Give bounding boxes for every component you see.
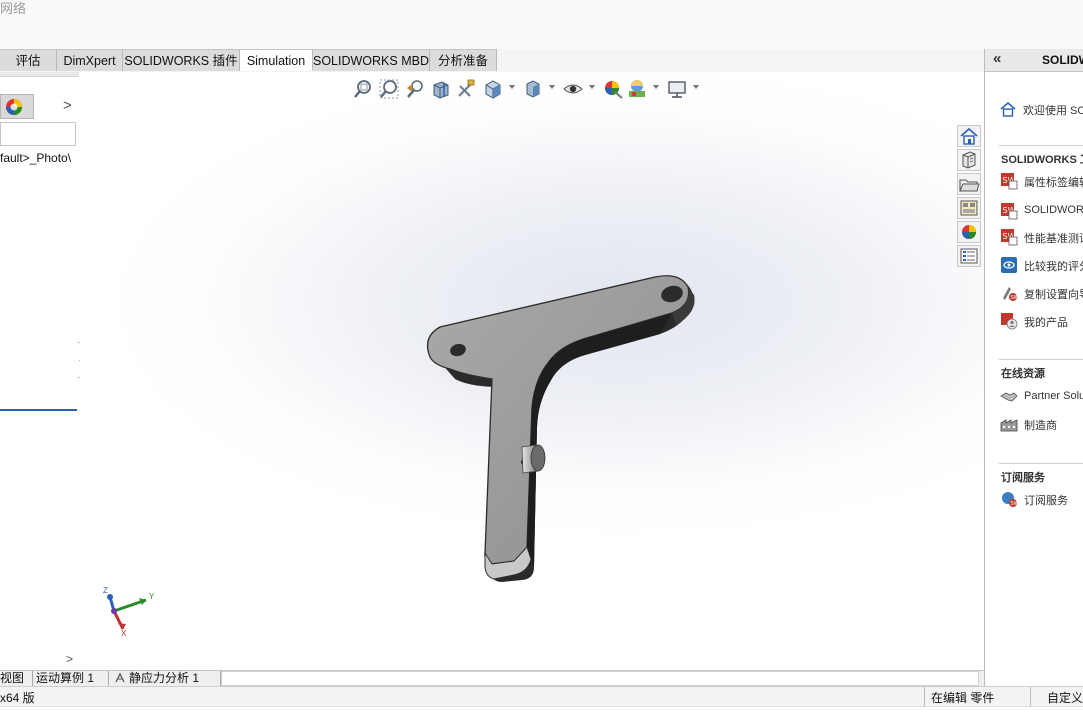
bottom-tabs: 视图 运动算例 1 静应力分析 1: [0, 670, 984, 687]
task-pane-title: SOLIDW: [1042, 53, 1083, 67]
title-bar: 网络: [0, 0, 1083, 49]
maximize-icon[interactable]: [926, 72, 944, 76]
divider: [999, 145, 1083, 146]
command-manager-tabs: 评估 DimXpert SOLIDWORKS 插件 Simulation SOL…: [0, 49, 985, 73]
status-bar: x64 版 在编辑 零件 自定义: [0, 686, 1083, 707]
tab-motion-study-1[interactable]: 运动算例 1: [33, 671, 109, 686]
section-title-subscription: 订阅服务: [1001, 472, 1045, 484]
sw-rx-icon: SW: [1001, 203, 1018, 220]
next-panel-arrow[interactable]: >: [63, 97, 72, 114]
part-model[interactable]: [410, 267, 710, 587]
zoom-to-area-icon[interactable]: [378, 78, 400, 100]
benchmark-icon: SW: [1001, 229, 1018, 246]
display-manager-tab[interactable]: [0, 94, 34, 119]
design-library-icon[interactable]: [957, 149, 981, 171]
tab-static-study-1[interactable]: 静应力分析 1: [109, 671, 221, 686]
svg-text:SW: SW: [1011, 501, 1019, 507]
handshake-icon: [1000, 392, 1018, 402]
section-view-icon[interactable]: [430, 78, 452, 100]
home-icon[interactable]: [957, 125, 981, 147]
status-divider: [1030, 687, 1031, 707]
divider: [999, 359, 1083, 360]
panel-header-strip: [0, 72, 79, 77]
window-title-fragment: 网络: [0, 1, 27, 16]
apply-scene-icon[interactable]: [626, 78, 648, 100]
hide-show-dropdown[interactable]: [589, 85, 595, 89]
file-explorer-icon[interactable]: [957, 173, 981, 195]
view-settings-icon[interactable]: [666, 78, 688, 100]
status-version: x64 版: [0, 691, 35, 705]
apply-scene-dropdown[interactable]: [653, 85, 659, 89]
filter-field[interactable]: [0, 122, 76, 146]
view-orientation-dropdown[interactable]: [509, 85, 515, 89]
section-title-online-resources: 在线资源: [1001, 368, 1045, 380]
task-pane-tab-strip: [955, 125, 983, 270]
viewport-window-controls: [846, 72, 966, 76]
home-icon: [1000, 101, 1016, 117]
display-style-dropdown[interactable]: [549, 85, 555, 89]
status-editing-mode: 在编辑 零件: [931, 691, 995, 705]
my-products-icon: [1001, 313, 1018, 330]
tab-analysis-prep[interactable]: 分析准备: [430, 49, 497, 71]
triad-z-label: Z: [103, 586, 108, 595]
tab-solidworks-mbd[interactable]: SOLIDWORKS MBD: [313, 49, 430, 71]
status-divider: [924, 687, 925, 707]
horizontal-scrollbar[interactable]: [221, 671, 979, 686]
zoom-to-fit-icon[interactable]: [352, 78, 374, 100]
triad-y-label: Y: [149, 592, 155, 601]
tree-item-display-state[interactable]: fault>_Photo\: [0, 151, 71, 165]
minimize-icon[interactable]: [900, 72, 918, 76]
tab-static-study-label: 静应力分析 1: [129, 671, 200, 685]
collapse-task-pane-button[interactable]: «: [993, 50, 1001, 67]
simulation-study-icon: [115, 672, 125, 683]
tab-simulation[interactable]: Simulation: [240, 49, 313, 71]
status-units[interactable]: 自定义: [1047, 689, 1083, 706]
previous-view-icon[interactable]: [404, 78, 426, 100]
subscription-icon: SW: [1002, 492, 1019, 507]
sw-tool-icon: SW: [1001, 173, 1018, 190]
task-pane: « SOLIDW 欢迎使用 SO SOLIDWORKS 工 SW 属性标签编辑 …: [984, 49, 1083, 686]
tab-evaluate[interactable]: 评估: [0, 49, 57, 71]
scroll-right-arrow[interactable]: >: [66, 652, 73, 666]
tab-model-view[interactable]: 视图: [0, 671, 33, 686]
copy-settings-icon: SW: [1003, 287, 1019, 301]
dynamic-annotation-icon[interactable]: [456, 78, 478, 100]
hide-show-items-icon[interactable]: [562, 78, 584, 100]
task-pane-header: « SOLIDW: [985, 49, 1083, 72]
custom-properties-icon[interactable]: [957, 245, 981, 267]
tab-dimxpert[interactable]: DimXpert: [57, 49, 123, 71]
triad-x-label: X: [121, 629, 127, 638]
panel-splitter[interactable]: [0, 409, 77, 411]
view-palette-icon[interactable]: [957, 197, 981, 219]
appearances-icon[interactable]: [957, 221, 981, 243]
close-icon[interactable]: [952, 72, 970, 76]
compare-icon: [1001, 257, 1017, 273]
tab-solidworks-addins[interactable]: SOLIDWORKS 插件: [123, 49, 240, 71]
display-style-icon[interactable]: [522, 78, 544, 100]
factory-icon: [1000, 419, 1018, 432]
tile-right-icon[interactable]: [874, 72, 892, 76]
svg-text:SW: SW: [1011, 295, 1019, 301]
heads-up-view-toolbar: [350, 72, 710, 106]
view-settings-dropdown[interactable]: [693, 85, 699, 89]
divider: [999, 463, 1083, 464]
view-orientation-icon[interactable]: [482, 78, 504, 100]
graphics-area[interactable]: Y Z X: [80, 72, 984, 670]
feature-manager-panel: > fault>_Photo\ • >: [0, 72, 87, 670]
section-title-tools: SOLIDWORKS 工: [1001, 154, 1083, 166]
tile-left-icon[interactable]: [848, 72, 866, 76]
appearance-ball-icon: [6, 99, 22, 115]
edit-appearance-icon[interactable]: [602, 78, 624, 100]
